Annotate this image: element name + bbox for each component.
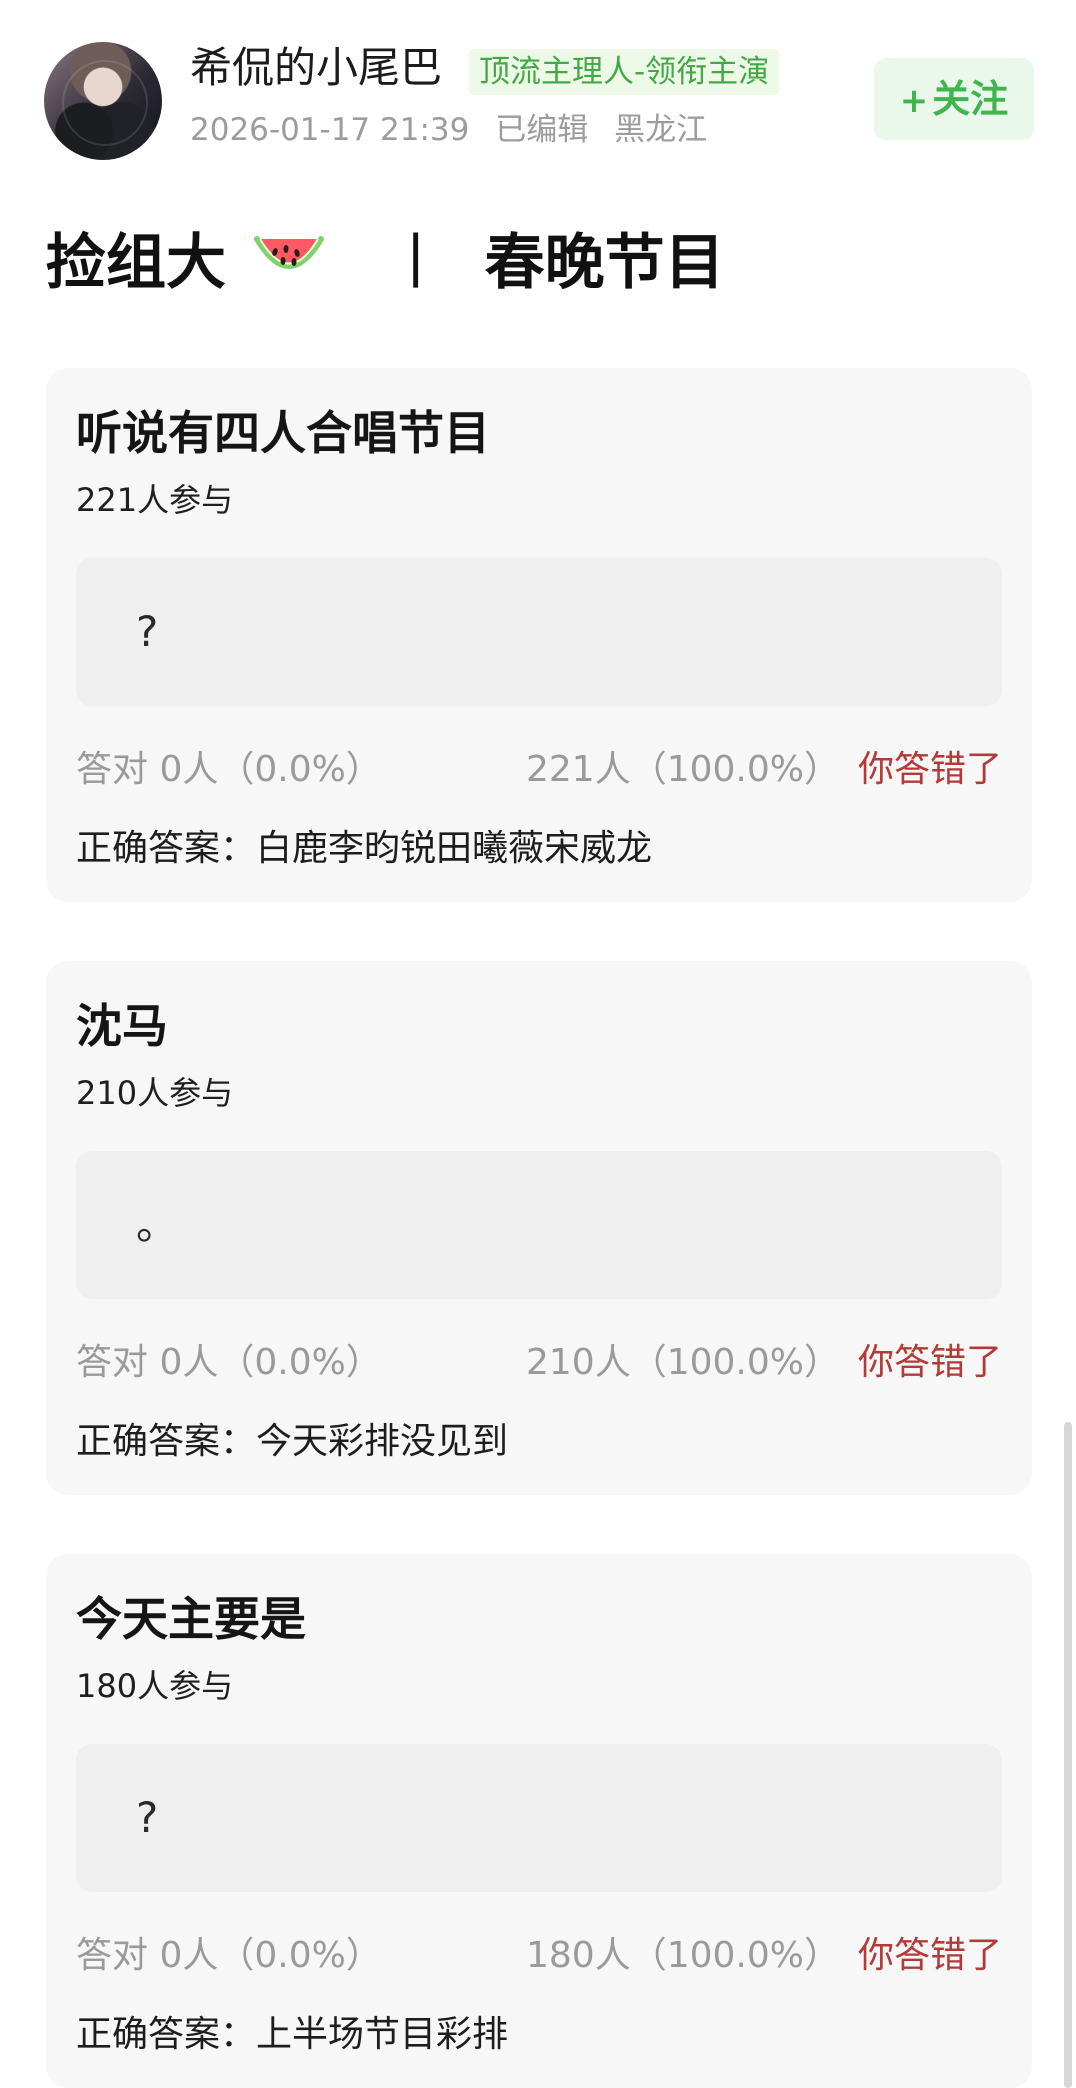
plus-icon: + <box>899 81 929 121</box>
edited-label: 已编辑 <box>495 112 589 148</box>
quiz-card: 沈马 210人参与 。 答对 0人（0.0%） 210人（100.0%） 你答错… <box>46 961 1032 1495</box>
quiz-question: 听说有四人合唱节目 <box>76 406 490 460</box>
correct-answer: 正确答案：白鹿李昀锐田曦薇宋威龙 <box>76 828 653 869</box>
answer-option-text: ? <box>136 607 159 656</box>
answer-option[interactable]: 。 <box>76 1151 1002 1299</box>
title-left: 捡组大 <box>46 228 226 298</box>
quiz-card: 今天主要是 180人参与 ? 答对 0人（0.0%） 180人（100.0%） … <box>46 1554 1032 2088</box>
answer-option[interactable]: ? <box>76 1744 1002 1892</box>
answer-option[interactable]: ? <box>76 558 1002 706</box>
title-separator: 丨 <box>385 228 446 298</box>
watermelon-icon <box>253 231 325 281</box>
quiz-question: 今天主要是 <box>76 1592 306 1646</box>
answer-option-text: 。 <box>136 1200 179 1249</box>
correct-summary: 答对 0人（0.0%） <box>76 1935 382 1976</box>
answer-status: 你答错了 <box>857 1342 1002 1383</box>
correct-summary: 答对 0人（0.0%） <box>76 1342 382 1383</box>
wrong-summary: 180人（100.0%） <box>526 1935 840 1976</box>
follow-button[interactable]: + 关注 <box>874 58 1034 140</box>
post-meta: 2026-01-17 21:39 已编辑 黑龙江 <box>190 109 707 151</box>
wrong-summary: 221人（100.0%） <box>526 749 840 790</box>
avatar[interactable] <box>44 42 162 160</box>
post-title: 捡组大 丨 春晚节目 <box>46 224 725 302</box>
participant-count: 180人参与 <box>76 1667 234 1705</box>
post-timestamp: 2026-01-17 21:39 <box>190 112 470 148</box>
author-badge: 顶流主理人-领衔主演 <box>469 49 780 95</box>
post-header: 希侃的小尾巴 顶流主理人-领衔主演 2026-01-17 21:39 已编辑 黑… <box>44 40 1034 160</box>
result-row: 答对 0人（0.0%） 180人（100.0%） 你答错了 <box>76 1931 1002 1981</box>
correct-answer: 正确答案：今天彩排没见到 <box>76 1421 509 1462</box>
author-name[interactable]: 希侃的小尾巴 <box>190 40 442 96</box>
result-row: 答对 0人（0.0%） 210人（100.0%） 你答错了 <box>76 1338 1002 1388</box>
result-row: 答对 0人（0.0%） 221人（100.0%） 你答错了 <box>76 745 1002 795</box>
participant-count: 221人参与 <box>76 481 234 519</box>
correct-answer: 正确答案：上半场节目彩排 <box>76 2014 509 2055</box>
answer-status: 你答错了 <box>857 749 1002 790</box>
wrong-summary: 210人（100.0%） <box>526 1342 840 1383</box>
correct-summary: 答对 0人（0.0%） <box>76 749 382 790</box>
answer-option-text: ? <box>136 1793 159 1842</box>
participant-count: 210人参与 <box>76 1074 234 1112</box>
quiz-card: 听说有四人合唱节目 221人参与 ? 答对 0人（0.0%） 221人（100.… <box>46 368 1032 902</box>
title-right: 春晚节目 <box>484 228 725 298</box>
scrollbar[interactable] <box>1064 1422 1072 2088</box>
answer-status: 你答错了 <box>857 1935 1002 1976</box>
location-label: 黑龙江 <box>614 112 708 148</box>
follow-label: 关注 <box>932 77 1009 121</box>
quiz-question: 沈马 <box>76 999 168 1053</box>
